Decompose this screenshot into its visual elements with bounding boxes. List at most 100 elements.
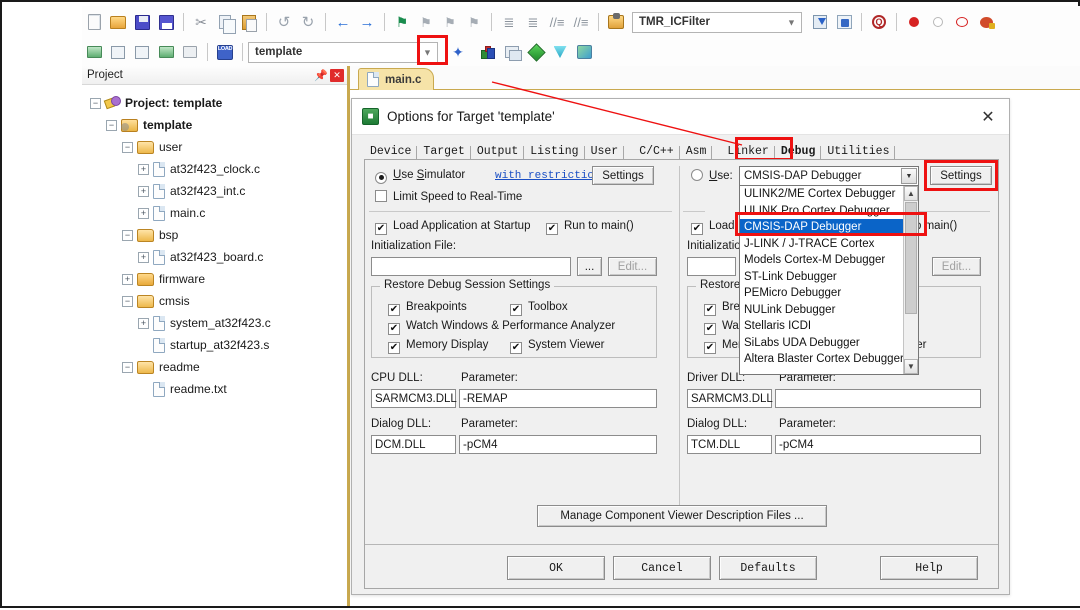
tree-item-readme.txt[interactable]: readme.txt — [90, 378, 347, 400]
dropdown-item-st-link-debugger[interactable]: ST-Link Debugger — [740, 269, 903, 286]
tree-item-template[interactable]: − template — [90, 114, 347, 136]
system-viewer-row[interactable]: System Viewer — [510, 339, 604, 354]
rebuild-icon[interactable] — [130, 40, 154, 64]
cpu-dll-input[interactable]: SARMCM3.DLL — [371, 389, 457, 408]
dropdown-item-stellaris-icdi[interactable]: Stellaris ICDI — [740, 318, 903, 335]
bookmark-clear-icon[interactable]: ⚑ — [462, 10, 486, 34]
debugger-select[interactable]: CMSIS-DAP Debugger ▼ — [739, 166, 919, 186]
toolbox-row[interactable]: Toolbox — [510, 301, 568, 316]
memory-display-row[interactable]: Memory Display — [388, 339, 488, 354]
batch-build-icon[interactable] — [154, 40, 178, 64]
multi-project-icon[interactable] — [500, 40, 524, 64]
save-icon[interactable] — [130, 10, 154, 34]
simulator-settings-button[interactable]: Settings — [592, 166, 654, 185]
driver-dll-input[interactable]: SARMCM3.DLL — [687, 389, 773, 408]
magic-wand-icon[interactable]: ✦ — [446, 40, 470, 64]
indent-icon[interactable]: ≣ — [497, 10, 521, 34]
cut-icon[interactable]: ✂ — [189, 10, 213, 34]
expand-icon[interactable]: + — [138, 163, 149, 175]
dropdown-item-pemicro-debugger[interactable]: PEMicro Debugger — [740, 285, 903, 302]
dropdown-item-nulink-debugger[interactable]: NULink Debugger — [740, 302, 903, 319]
dialog-parameter-input-right[interactable]: -pCM4 — [775, 435, 981, 454]
init-file-input[interactable] — [371, 257, 571, 276]
kill-all-breakpoints-icon[interactable] — [950, 10, 974, 34]
tree-item-project-template[interactable]: − Project: template — [90, 92, 347, 114]
dropdown-item-altera-blaster-cortex-debugger[interactable]: Altera Blaster Cortex Debugger — [740, 351, 904, 368]
tree-item-startup_at32f423.s[interactable]: startup_at32f423.s — [90, 334, 347, 356]
manage-component-viewer-button[interactable]: Manage Component Viewer Description File… — [537, 505, 827, 527]
with-restrictions-link[interactable]: with restrictions — [495, 170, 607, 182]
init-file-browse-button[interactable]: ... — [577, 257, 602, 276]
collapse-icon[interactable]: − — [122, 141, 133, 153]
tree-item-bsp[interactable]: − bsp — [90, 224, 347, 246]
cancel-button[interactable]: Cancel — [613, 556, 711, 580]
dropdown-item-cmsis-dap-debugger[interactable]: CMSIS-DAP Debugger — [740, 219, 903, 236]
load-app-row[interactable]: Load Application at Startup — [375, 220, 530, 235]
tree-item-at32f423_int.c[interactable]: + at32f423_int.c — [90, 180, 347, 202]
driver-parameter-input[interactable] — [775, 389, 981, 408]
manage-project-items-icon[interactable] — [476, 40, 500, 64]
defaults-button[interactable]: Defaults — [719, 556, 817, 580]
dropdown-item-ulink2-me-cortex-debugger[interactable]: ULINK2/ME Cortex Debugger — [740, 186, 903, 203]
tree-item-at32f423_clock.c[interactable]: + at32f423_clock.c — [90, 158, 347, 180]
tree-item-at32f423_board.c[interactable]: + at32f423_board.c — [90, 246, 347, 268]
watch-windows-checkbox[interactable] — [388, 323, 400, 335]
tab-c-c-[interactable]: C/C++ — [633, 144, 680, 160]
tab-main-c[interactable]: main.c — [358, 68, 435, 90]
tree-item-readme[interactable]: − readme — [90, 356, 347, 378]
use-debugger-radio[interactable] — [691, 169, 703, 181]
collapse-icon[interactable]: − — [122, 229, 133, 241]
pack-installer-icon[interactable] — [524, 40, 548, 64]
open-folder-icon[interactable] — [106, 10, 130, 34]
outdent-icon[interactable]: ≣ — [521, 10, 545, 34]
use-simulator-row[interactable]: Use Simulator — [375, 169, 465, 184]
tree-item-cmsis[interactable]: − cmsis — [90, 290, 347, 312]
download-icon[interactable]: LOAD — [213, 40, 237, 64]
back-icon[interactable]: ← — [331, 10, 355, 34]
dropdown-item-silabs-uda-debugger[interactable]: SiLabs UDA Debugger — [740, 335, 903, 352]
redo-icon[interactable]: ↻ — [296, 10, 320, 34]
expand-icon[interactable]: + — [138, 185, 149, 197]
run-to-main-checkbox[interactable] — [546, 223, 558, 235]
dropdown-item-models-cortex-m-debugger[interactable]: Models Cortex-M Debugger — [740, 252, 903, 269]
save-all-icon[interactable] — [154, 10, 178, 34]
collapse-icon[interactable]: − — [122, 361, 133, 373]
goto-definition-icon[interactable] — [832, 10, 856, 34]
bookmark-icon[interactable]: ⚑ — [390, 10, 414, 34]
tree-item-firmware[interactable]: + firmware — [90, 268, 347, 290]
tab-output[interactable]: Output — [471, 144, 525, 160]
close-icon[interactable]: ✕ — [330, 68, 344, 82]
bookmark-prev-icon[interactable]: ⚑ — [438, 10, 462, 34]
undo-icon[interactable]: ↺ — [272, 10, 296, 34]
function-browse-icon[interactable] — [604, 10, 628, 34]
stop-build-icon[interactable] — [178, 40, 202, 64]
function-combo[interactable]: TMR_ICFilter ▼ — [632, 11, 802, 33]
pin-icon[interactable]: 📌 — [314, 68, 328, 82]
limit-speed-row[interactable]: Limit Speed to Real-Time — [375, 190, 522, 203]
use-debugger-row[interactable]: Use: — [691, 169, 733, 182]
memory-display-checkbox-right[interactable] — [704, 342, 716, 354]
dropdown-item-ulink-pro-cortex-debugger[interactable]: ULINK Pro Cortex Debugger — [740, 203, 903, 220]
expand-icon[interactable]: + — [138, 251, 149, 263]
build-icon[interactable] — [82, 40, 106, 64]
comment-icon[interactable]: //≡ — [545, 10, 569, 34]
select-software-packs-icon[interactable] — [572, 40, 596, 64]
search-icon[interactable]: Q — [867, 10, 891, 34]
find-in-files-icon[interactable] — [808, 10, 832, 34]
system-viewer-checkbox[interactable] — [510, 342, 522, 354]
breakpoints-checkbox-right[interactable] — [704, 304, 716, 316]
breakpoint-manager-icon[interactable] — [974, 10, 998, 34]
bookmark-next-icon[interactable]: ⚑ — [414, 10, 438, 34]
help-button[interactable]: Help — [880, 556, 978, 580]
use-simulator-radio[interactable] — [375, 171, 387, 184]
build-target-icon[interactable] — [106, 40, 130, 64]
chevron-down-icon[interactable]: ▼ — [901, 168, 917, 184]
disable-breakpoint-icon[interactable] — [926, 10, 950, 34]
collapse-icon[interactable]: − — [90, 97, 101, 109]
tab-asm[interactable]: Asm — [680, 144, 713, 160]
breakpoints-row[interactable]: Breakpoints — [388, 301, 467, 316]
expand-icon[interactable]: + — [138, 207, 149, 219]
tab-listing[interactable]: Listing — [524, 144, 585, 160]
tab-device[interactable]: Device — [364, 144, 418, 160]
load-app-checkbox-right[interactable] — [691, 223, 703, 235]
